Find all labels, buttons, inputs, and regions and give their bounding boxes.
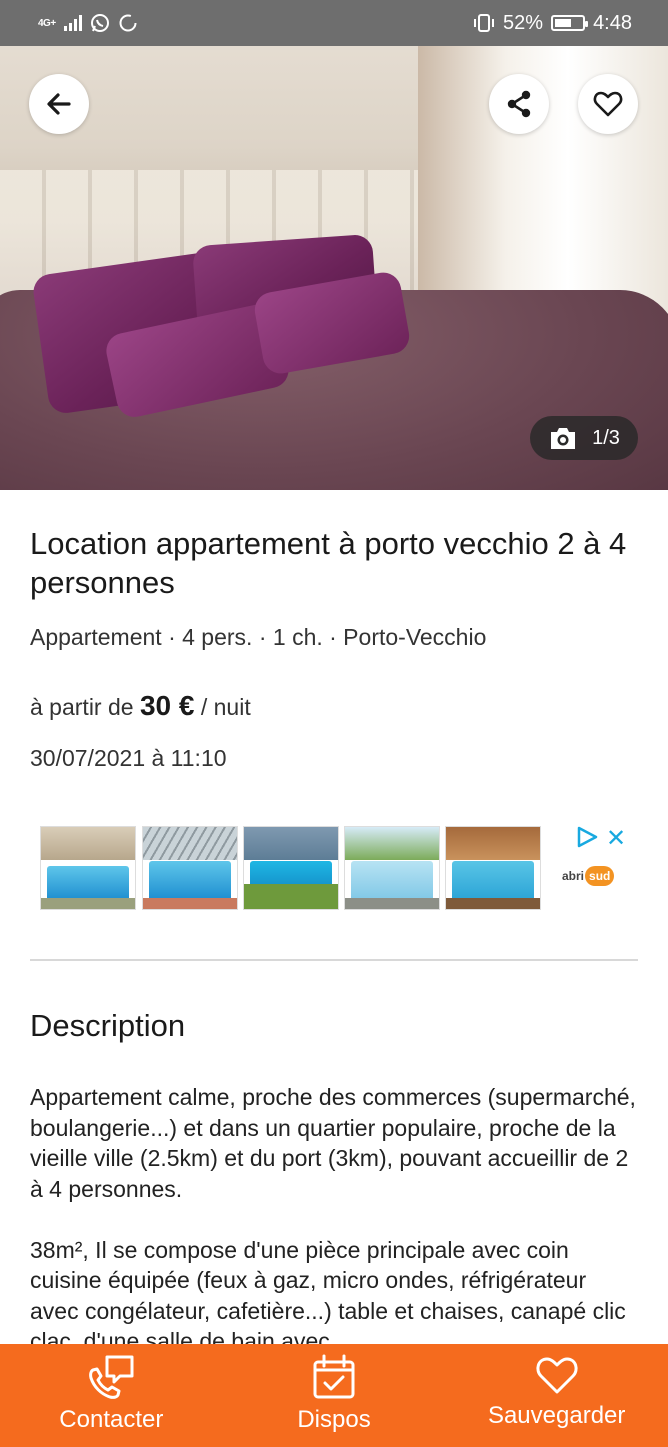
bottom-action-bar: Contacter Dispos Sauvegarder [0, 1344, 668, 1447]
listing-meta: Appartement · 4 pers. · 1 ch. · Porto-Ve… [30, 624, 487, 650]
contact-label: Contacter [59, 1406, 164, 1433]
description-text: Appartement calme, proche des commerces … [30, 1082, 640, 1387]
vibrate-icon [474, 14, 495, 32]
calendar-check-icon [313, 1354, 355, 1399]
back-button[interactable] [29, 74, 89, 134]
ad-logo: abri sud [562, 866, 615, 886]
whatsapp-icon [90, 14, 109, 32]
save-button[interactable]: Sauvegarder [445, 1344, 668, 1447]
favorite-button[interactable] [578, 74, 638, 134]
ad-logo-prefix: abri [562, 869, 585, 883]
contact-button[interactable]: Contacter [0, 1344, 223, 1447]
description-paragraph: Appartement calme, proche des commerces … [30, 1084, 636, 1202]
arrow-left-icon [47, 93, 71, 115]
save-label: Sauvegarder [487, 1402, 626, 1429]
sync-icon [119, 14, 137, 32]
ad-image[interactable] [40, 826, 136, 910]
ad-image[interactable] [445, 826, 541, 910]
heart-icon [593, 91, 623, 117]
share-icon [507, 90, 531, 118]
listing-price: à partir de 30 € / nuit [30, 690, 251, 722]
description-paragraph: 38m², Il se compose d'une pièce principa… [30, 1236, 626, 1355]
listing-title: Location appartement à porto vecchio 2 à… [30, 526, 627, 600]
dispos-label: Dispos [297, 1406, 371, 1433]
photo-counter-label: 1/3 [592, 426, 620, 449]
section-divider [30, 959, 638, 961]
ad-controls: ✕ abri sud [562, 824, 630, 910]
status-bar-left: 4G+ [38, 13, 138, 33]
network-indicator: 4G+ [38, 17, 56, 29]
price-value: 30 € [139, 690, 195, 721]
description-heading: Description [30, 1008, 186, 1043]
listing-date: 30/07/2021 à 11:10 [30, 745, 227, 771]
photo-counter[interactable]: 1/3 [530, 416, 638, 460]
clock: 4:48 [593, 11, 632, 34]
adchoices-icon[interactable] [576, 826, 598, 848]
listing-page: 4G+ 52% 4:48 1/3 Location appartement à … [0, 0, 668, 1447]
battery-percent: 52% [503, 11, 544, 34]
status-bar-right: 52% 4:48 [473, 12, 632, 35]
ad-banner[interactable]: ✕ abri sud [40, 824, 630, 912]
ad-image[interactable] [344, 826, 440, 910]
ad-close-icon[interactable]: ✕ [606, 824, 626, 853]
price-prefix: à partir de [30, 694, 134, 720]
phone-message-icon [89, 1355, 134, 1399]
ad-image[interactable] [142, 826, 238, 910]
battery-icon [551, 15, 589, 31]
ad-image[interactable] [243, 826, 339, 910]
share-button[interactable] [489, 74, 549, 134]
price-suffix: / nuit [200, 694, 251, 720]
heart-outline-icon [536, 1357, 578, 1394]
signal-icon [63, 15, 82, 31]
status-bar: 4G+ 52% 4:48 [0, 0, 668, 46]
camera-icon [551, 428, 576, 449]
dispos-button[interactable]: Dispos [223, 1344, 446, 1447]
ad-logo-suffix: sud [585, 866, 615, 886]
